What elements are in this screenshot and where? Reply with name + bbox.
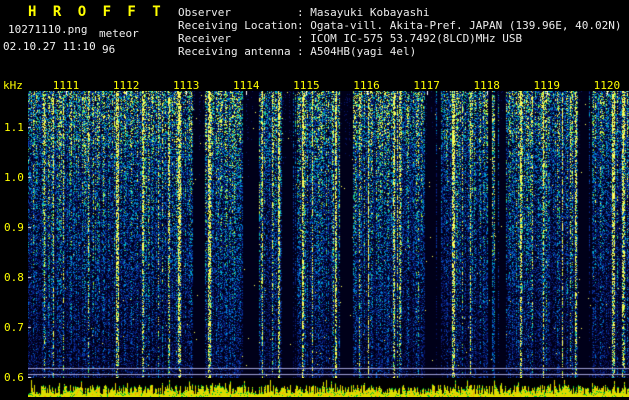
info-label: Receiving Location — [178, 19, 298, 32]
freq-tick-label: 0.9 — [4, 221, 24, 234]
info-value: : Ogata-vill. Akita-Pref. JAPAN (139.96E… — [297, 19, 622, 32]
freq-tick-label: 0.8 — [4, 271, 24, 284]
freq-tick-label: 0.7 — [4, 321, 24, 334]
observer-info-row: Receiving antenna : A504HB(yagi 4el) — [178, 45, 622, 58]
info-value: : Masayuki Kobayashi — [297, 6, 430, 19]
info-label: Receiver — [178, 32, 231, 45]
info-value: : A504HB(yagi 4el) — [297, 45, 417, 58]
observer-info-row: Receiver : ICOM IC-575 53.7492(8LCD)MHz U… — [178, 32, 622, 45]
signal-level-meter — [28, 379, 629, 397]
hrofft-screen: H R O F F T 10271110.png meteor 02.10.27… — [0, 0, 629, 400]
info-label: Observer — [178, 6, 231, 19]
info-label: Receiving antenna — [178, 45, 291, 58]
datetime-label: 02.10.27 11:10 — [3, 40, 96, 53]
freq-tick-label: 0.6 — [4, 371, 24, 384]
freq-tick-label: 1.0 — [4, 171, 24, 184]
spectrogram — [28, 91, 629, 378]
mode-label: meteor — [99, 27, 139, 40]
observer-info-row: Observer : Masayuki Kobayashi — [178, 6, 622, 19]
filename-label: 10271110.png — [8, 23, 88, 36]
echo-count: 96 — [102, 43, 116, 56]
observer-info-row: Receiving Location: Ogata-vill. Akita-Pr… — [178, 19, 622, 32]
observer-info-block: Observer : Masayuki Kobayashi Receiving Lo… — [178, 6, 622, 58]
app-title: H R O F F T — [28, 4, 165, 20]
freq-unit-label: kHz — [3, 79, 23, 92]
freq-tick-label: 1.1 — [4, 121, 24, 134]
info-value: : ICOM IC-575 53.7492(8LCD)MHz USB — [297, 32, 523, 45]
